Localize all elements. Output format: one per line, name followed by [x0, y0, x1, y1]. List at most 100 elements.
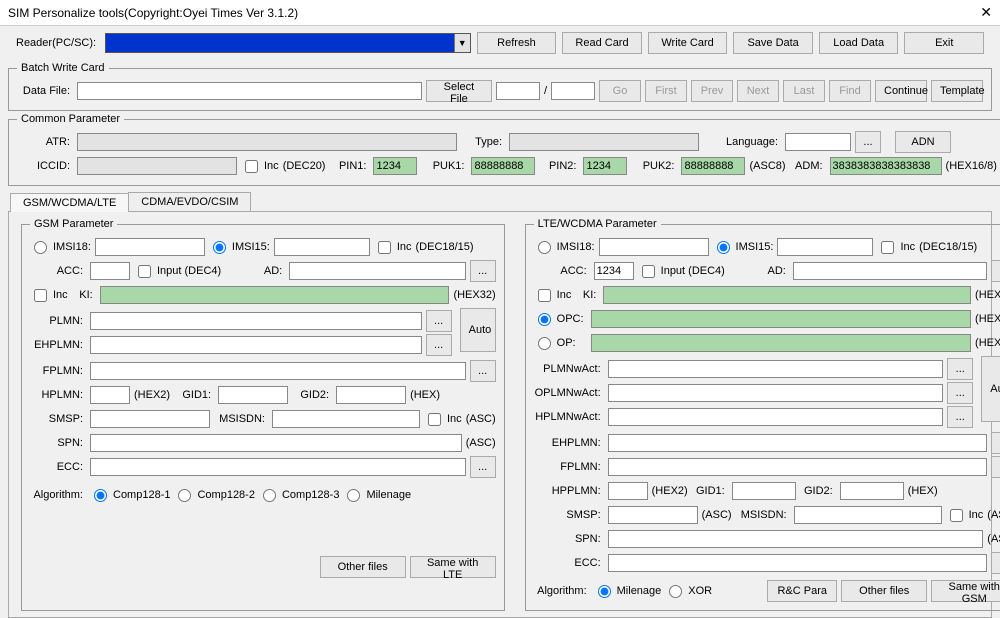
adn-button[interactable]: ADN — [895, 131, 951, 153]
gsm-milenage-radio[interactable] — [347, 489, 360, 502]
gsm-imsi18-radio[interactable] — [34, 241, 47, 254]
prev-button[interactable]: Prev — [691, 80, 733, 102]
close-icon[interactable]: ✕ — [980, 4, 992, 21]
gsm-ki-inc-checkbox[interactable] — [34, 289, 47, 302]
lte-acc-input[interactable] — [594, 262, 634, 280]
lte-hpplmn-input[interactable] — [608, 482, 648, 500]
gsm-spn-input[interactable] — [90, 434, 462, 452]
lte-spn-input[interactable] — [608, 530, 984, 548]
lte-other-files-button[interactable]: Other files — [841, 580, 927, 602]
tab-cdma[interactable]: CDMA/EVDO/CSIM — [128, 192, 251, 211]
gsm-ad-input[interactable] — [289, 262, 465, 280]
lte-oplmnwact-input[interactable] — [608, 384, 944, 402]
read-card-button[interactable]: Read Card — [562, 32, 642, 54]
gsm-imsi-inc-checkbox[interactable] — [378, 241, 391, 254]
language-input[interactable] — [785, 133, 851, 151]
atr-input[interactable] — [77, 133, 457, 151]
gsm-ehplmn-browse-button[interactable]: ... — [426, 334, 452, 356]
lte-msisdn-inc-checkbox[interactable] — [950, 509, 963, 522]
gsm-hplmn-input[interactable] — [90, 386, 130, 404]
gsm-same-lte-button[interactable]: Same with LTE — [410, 556, 496, 578]
gsm-plmn-input[interactable] — [90, 312, 422, 330]
batch-from-input[interactable] — [496, 82, 540, 100]
gsm-ki-input[interactable] — [100, 286, 450, 304]
gsm-other-files-button[interactable]: Other files — [320, 556, 406, 578]
refresh-button[interactable]: Refresh — [477, 32, 557, 54]
batch-to-input[interactable] — [551, 82, 595, 100]
lte-plmnwact-browse-button[interactable]: ... — [947, 358, 973, 380]
lte-hplmnwact-input[interactable] — [608, 408, 944, 426]
lte-acc-input-checkbox[interactable] — [642, 265, 655, 278]
lte-hplmnwact-browse-button[interactable]: ... — [947, 406, 973, 428]
lte-xor-radio[interactable] — [669, 585, 682, 598]
lte-ki-inc-checkbox[interactable] — [538, 289, 551, 302]
lte-imsi-inc-checkbox[interactable] — [881, 241, 894, 254]
lte-opc-input[interactable] — [591, 310, 971, 328]
lte-ecc-input[interactable] — [608, 554, 988, 572]
type-input[interactable] — [509, 133, 699, 151]
lte-imsi15-radio[interactable] — [717, 241, 730, 254]
lte-op-radio[interactable] — [538, 337, 551, 350]
go-button[interactable]: Go — [599, 80, 641, 102]
gsm-comp2-radio[interactable] — [178, 489, 191, 502]
gsm-smsp-input[interactable] — [90, 410, 210, 428]
lte-smsp-input[interactable] — [608, 506, 698, 524]
datafile-input[interactable] — [77, 82, 422, 100]
iccid-inc-checkbox[interactable] — [245, 160, 258, 173]
lte-oplmnwact-browse-button[interactable]: ... — [947, 382, 973, 404]
lte-ad-input[interactable] — [793, 262, 987, 280]
continue-button[interactable]: Continue — [875, 80, 927, 102]
lte-imsi15-input[interactable] — [777, 238, 873, 256]
lte-opc-radio[interactable] — [538, 313, 551, 326]
gsm-auto-button[interactable]: Auto — [460, 308, 496, 352]
lte-plmnwact-input[interactable] — [608, 360, 944, 378]
lte-ehplmn-input[interactable] — [608, 434, 988, 452]
template-button[interactable]: Template — [931, 80, 983, 102]
gsm-fplmn-browse-button[interactable]: ... — [470, 360, 496, 382]
gsm-fplmn-input[interactable] — [90, 362, 466, 380]
gsm-comp3-radio[interactable] — [263, 489, 276, 502]
last-button[interactable]: Last — [783, 80, 825, 102]
tab-gsm[interactable]: GSM/WCDMA/LTE — [10, 193, 129, 212]
lte-gid2-input[interactable] — [840, 482, 904, 500]
adm-input[interactable] — [830, 157, 942, 175]
gsm-ehplmn-input[interactable] — [90, 336, 422, 354]
lte-op-input[interactable] — [591, 334, 971, 352]
lte-msisdn-input[interactable] — [794, 506, 942, 524]
lte-ad-browse-button[interactable]: ... — [991, 260, 1000, 282]
gsm-ad-browse-button[interactable]: ... — [470, 260, 496, 282]
exit-button[interactable]: Exit — [904, 32, 984, 54]
gsm-acc-input[interactable] — [90, 262, 130, 280]
gsm-imsi15-input[interactable] — [274, 238, 370, 256]
gsm-comp1-radio[interactable] — [94, 489, 107, 502]
lte-same-gsm-button[interactable]: Same with GSM — [931, 580, 1000, 602]
lte-rcpara-button[interactable]: R&C Para — [767, 580, 837, 602]
gsm-gid1-input[interactable] — [218, 386, 288, 404]
puk2-input[interactable] — [681, 157, 745, 175]
save-data-button[interactable]: Save Data — [733, 32, 813, 54]
lte-ehplmn-browse-button[interactable]: ... — [991, 432, 1000, 454]
iccid-input[interactable] — [77, 157, 237, 175]
language-browse-button[interactable]: ... — [855, 131, 881, 153]
lte-fplmn-input[interactable] — [608, 458, 988, 476]
lte-gid1-input[interactable] — [732, 482, 796, 500]
next-button[interactable]: Next — [737, 80, 779, 102]
first-button[interactable]: First — [645, 80, 687, 102]
lte-fplmn-browse-button[interactable]: ... — [991, 456, 1000, 478]
gsm-ecc-browse-button[interactable]: ... — [470, 456, 496, 478]
gsm-plmn-browse-button[interactable]: ... — [426, 310, 452, 332]
gsm-msisdn-inc-checkbox[interactable] — [428, 413, 441, 426]
gsm-gid2-input[interactable] — [336, 386, 406, 404]
load-data-button[interactable]: Load Data — [819, 32, 899, 54]
gsm-imsi15-radio[interactable] — [213, 241, 226, 254]
puk1-input[interactable] — [471, 157, 535, 175]
write-card-button[interactable]: Write Card — [648, 32, 728, 54]
find-button[interactable]: Find — [829, 80, 871, 102]
lte-ecc-browse-button[interactable]: ... — [991, 552, 1000, 574]
gsm-imsi18-input[interactable] — [95, 238, 205, 256]
chevron-down-icon[interactable]: ▼ — [454, 34, 470, 52]
gsm-ecc-input[interactable] — [90, 458, 466, 476]
reader-combo[interactable]: ▼ — [105, 33, 471, 53]
pin2-input[interactable] — [583, 157, 627, 175]
lte-imsi18-radio[interactable] — [538, 241, 551, 254]
